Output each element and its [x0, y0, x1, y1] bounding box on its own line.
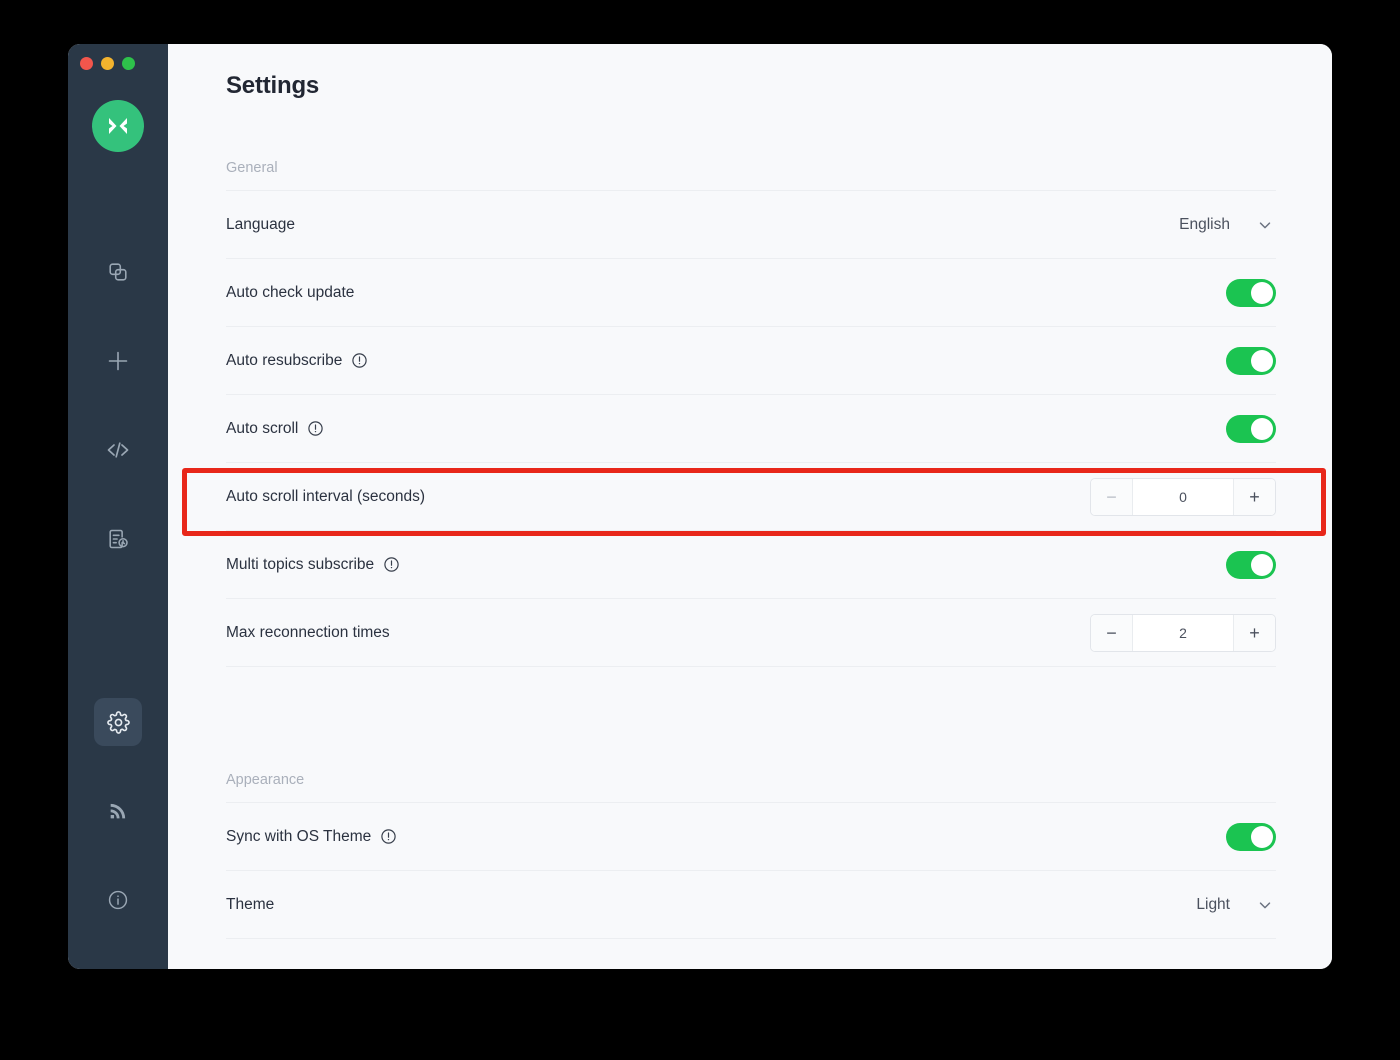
sidebar-nav-top [94, 248, 142, 563]
sidebar-item-scripts[interactable] [94, 426, 142, 474]
max-reconnection-times-increment-button[interactable]: + [1233, 614, 1275, 651]
traffic-lights [80, 57, 135, 70]
plus-icon [106, 349, 130, 373]
setting-label-theme: Theme [226, 895, 275, 913]
auto-scroll-toggle[interactable] [1226, 414, 1276, 443]
auto-scroll-interval-decrement-button[interactable]: − [1091, 478, 1133, 515]
setting-row-auto-check-update: Auto check update [226, 259, 1276, 327]
auto-scroll-interval-value[interactable]: 0 [1133, 488, 1233, 505]
toggle-knob [1251, 281, 1273, 304]
maximize-window-button[interactable] [122, 57, 135, 70]
sidebar-item-log[interactable] [94, 515, 142, 563]
sidebar [68, 44, 168, 969]
code-brackets-icon [106, 438, 130, 462]
chevron-down-icon [1256, 216, 1274, 234]
multi-topics-subscribe-toggle[interactable] [1226, 550, 1276, 579]
minimize-window-button[interactable] [101, 57, 114, 70]
setting-label-multi-topics-subscribe: Multi topics subscribe [226, 556, 400, 574]
setting-row-theme: Theme Light [226, 871, 1276, 939]
toggle-knob [1251, 825, 1273, 848]
info-circle-icon[interactable] [307, 420, 324, 437]
info-circle-icon [107, 889, 129, 911]
setting-label-auto-resubscribe: Auto resubscribe [226, 352, 368, 370]
max-reconnection-times-value[interactable]: 2 [1133, 624, 1233, 641]
setting-row-auto-scroll-interval: Auto scroll interval (seconds) − 0 + [226, 463, 1276, 531]
theme-select-value: Light [1196, 895, 1230, 913]
setting-label-auto-scroll: Auto scroll [226, 420, 324, 438]
document-clock-icon [107, 528, 129, 550]
setting-label-max-reconnection-times: Max reconnection times [226, 623, 390, 641]
sidebar-item-new-connection[interactable] [94, 337, 142, 385]
auto-scroll-interval-increment-button[interactable]: + [1233, 478, 1275, 515]
sidebar-item-settings[interactable] [94, 698, 142, 746]
language-select-value: English [1179, 215, 1230, 233]
sidebar-nav-bottom [94, 698, 142, 924]
setting-row-sync-with-os-theme: Sync with OS Theme [226, 803, 1276, 871]
settings-content: Settings General Language English Auto c… [168, 44, 1332, 969]
sidebar-item-connections[interactable] [94, 248, 142, 296]
max-reconnection-times-stepper[interactable]: − 2 + [1090, 613, 1276, 652]
sidebar-item-about[interactable] [94, 876, 142, 924]
setting-label-text: Auto scroll [226, 419, 299, 437]
sidebar-item-rss[interactable] [94, 787, 142, 835]
setting-label-text: Multi topics subscribe [226, 555, 375, 573]
section-label-general: General [226, 160, 278, 176]
setting-row-max-reconnection-times: Max reconnection times − 2 + [226, 599, 1276, 667]
language-select[interactable]: English [1179, 216, 1276, 234]
section-label-appearance: Appearance [226, 772, 305, 788]
info-circle-icon[interactable] [380, 828, 397, 845]
toggle-knob [1251, 417, 1273, 440]
setting-label-auto-check-update: Auto check update [226, 283, 355, 301]
setting-row-auto-scroll: Auto scroll [226, 395, 1276, 463]
app-logo-icon [92, 100, 144, 152]
auto-check-update-toggle[interactable] [1226, 278, 1276, 307]
app-window: Settings General Language English Auto c… [68, 44, 1332, 969]
setting-label-sync-with-os-theme: Sync with OS Theme [226, 828, 397, 846]
info-circle-icon[interactable] [351, 352, 368, 369]
setting-label-auto-scroll-interval: Auto scroll interval (seconds) [226, 487, 425, 505]
setting-row-multi-topics-subscribe: Multi topics subscribe [226, 531, 1276, 599]
setting-label-text: Sync with OS Theme [226, 827, 372, 845]
toggle-knob [1251, 349, 1273, 372]
sync-with-os-theme-toggle[interactable] [1226, 822, 1276, 851]
toggle-knob [1251, 553, 1273, 576]
auto-resubscribe-toggle[interactable] [1226, 346, 1276, 375]
auto-scroll-interval-stepper[interactable]: − 0 + [1090, 477, 1276, 516]
max-reconnection-times-decrement-button[interactable]: − [1091, 614, 1133, 651]
setting-row-language: Language English [226, 191, 1276, 259]
info-circle-icon[interactable] [383, 556, 400, 573]
close-window-button[interactable] [80, 57, 93, 70]
theme-select[interactable]: Light [1196, 896, 1276, 914]
setting-label-language: Language [226, 215, 295, 233]
copy-squares-icon [107, 261, 129, 283]
rss-signal-icon [107, 800, 129, 822]
setting-row-auto-resubscribe: Auto resubscribe [226, 327, 1276, 395]
chevron-down-icon [1256, 896, 1274, 914]
setting-label-text: Auto resubscribe [226, 351, 343, 369]
gear-icon [106, 710, 130, 734]
page-title: Settings [226, 72, 320, 99]
